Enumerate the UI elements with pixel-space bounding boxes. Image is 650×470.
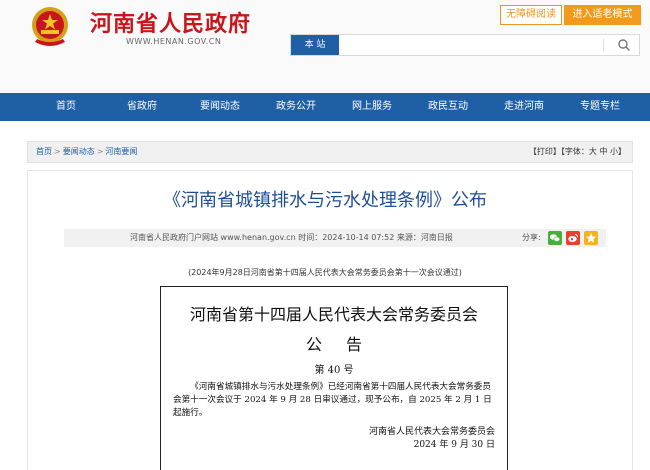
national-emblem-icon[interactable] [27, 4, 73, 50]
nav-item-special-topics[interactable]: 专题专栏 [566, 93, 634, 121]
search-scope-label: 本 站 [304, 40, 326, 50]
breadcrumb-news[interactable]: 要闻动态 [63, 147, 95, 156]
nav-item-home[interactable]: 首页 [38, 93, 94, 121]
breadcrumb-henan-news[interactable]: 河南要闻 [105, 147, 137, 156]
notice-signatory: 河南省人民代表大会常务委员会 [368, 427, 495, 437]
article-title: 《河南省城镇排水与污水处理条例》公布 [163, 190, 487, 211]
weibo-icon[interactable] [566, 231, 580, 245]
qzone-icon[interactable] [584, 231, 598, 245]
nav-item-government[interactable]: 省政府 [112, 93, 172, 121]
breadcrumb: 首页 > 要闻动态 > 河南要闻 [36, 142, 137, 162]
notice-body: 《河南省城镇排水与污水处理条例》已经河南省第十四届人民代表大会常务委员会第十一次… [173, 382, 492, 418]
nav-item-open-government[interactable]: 政务公开 [264, 93, 328, 121]
notice-date: 2024 年 9 月 30 日 [413, 440, 495, 450]
search-box: 本 站 [290, 34, 640, 56]
breadcrumb-home[interactable]: 首页 [36, 147, 52, 156]
official-notice: 河南省第十四届人民代表大会常务委员会 公告 第 40 号 《河南省城镇排水与污水… [160, 286, 508, 470]
nav-item-about-henan[interactable]: 走进河南 [492, 93, 556, 121]
article-meta: 河南省人民政府门户网站 www.henan.gov.cn 时间：2024-10-… [130, 233, 453, 242]
article-meta-bar: 河南省人民政府门户网站 www.henan.gov.cn 时间：2024-10-… [64, 229, 606, 247]
print-font-tools[interactable]: 【打印】【字体：大 中 小】 [529, 142, 626, 162]
search-scope-dropdown[interactable]: 本 站 [291, 35, 339, 55]
breadcrumb-separator: > [54, 147, 61, 156]
breadcrumb-separator: > [96, 147, 104, 156]
elder-mode-button[interactable]: 进入适老模式 [564, 5, 641, 25]
search-icon[interactable] [617, 38, 631, 52]
site-header: 河南省人民政府 WWW.HENAN.GOV.CN 无障碍阅读 进入适老模式 本 … [0, 0, 650, 93]
nav-item-news[interactable]: 要闻动态 [188, 93, 252, 121]
main-nav: 首页 省政府 要闻动态 政务公开 网上服务 政民互动 走进河南 专题专栏 [0, 93, 650, 121]
accessibility-button[interactable]: 无障碍阅读 [500, 5, 562, 25]
wechat-icon[interactable] [548, 231, 562, 245]
site-url: WWW.HENAN.GOV.CN [126, 37, 222, 46]
notice-heading: 河南省第十四届人民代表大会常务委员会 [189, 305, 478, 324]
search-divider [603, 39, 604, 51]
site-title[interactable]: 河南省人民政府 [90, 6, 251, 38]
breadcrumb-bar: 首页 > 要闻动态 > 河南要闻 【打印】【字体：大 中 小】 [27, 141, 633, 163]
nav-item-online-services[interactable]: 网上服务 [340, 93, 404, 121]
share-label: 分享: [522, 233, 541, 242]
notice-heading-announcement: 公告 [305, 335, 386, 354]
article-subtitle: (2024年9月28日河南省第十四届人民代表大会常务委员会第十一次会议通过) [188, 268, 462, 277]
notice-number: 第 40 号 [314, 365, 354, 376]
nav-item-interaction[interactable]: 政民互动 [416, 93, 480, 121]
search-input[interactable] [343, 37, 595, 53]
